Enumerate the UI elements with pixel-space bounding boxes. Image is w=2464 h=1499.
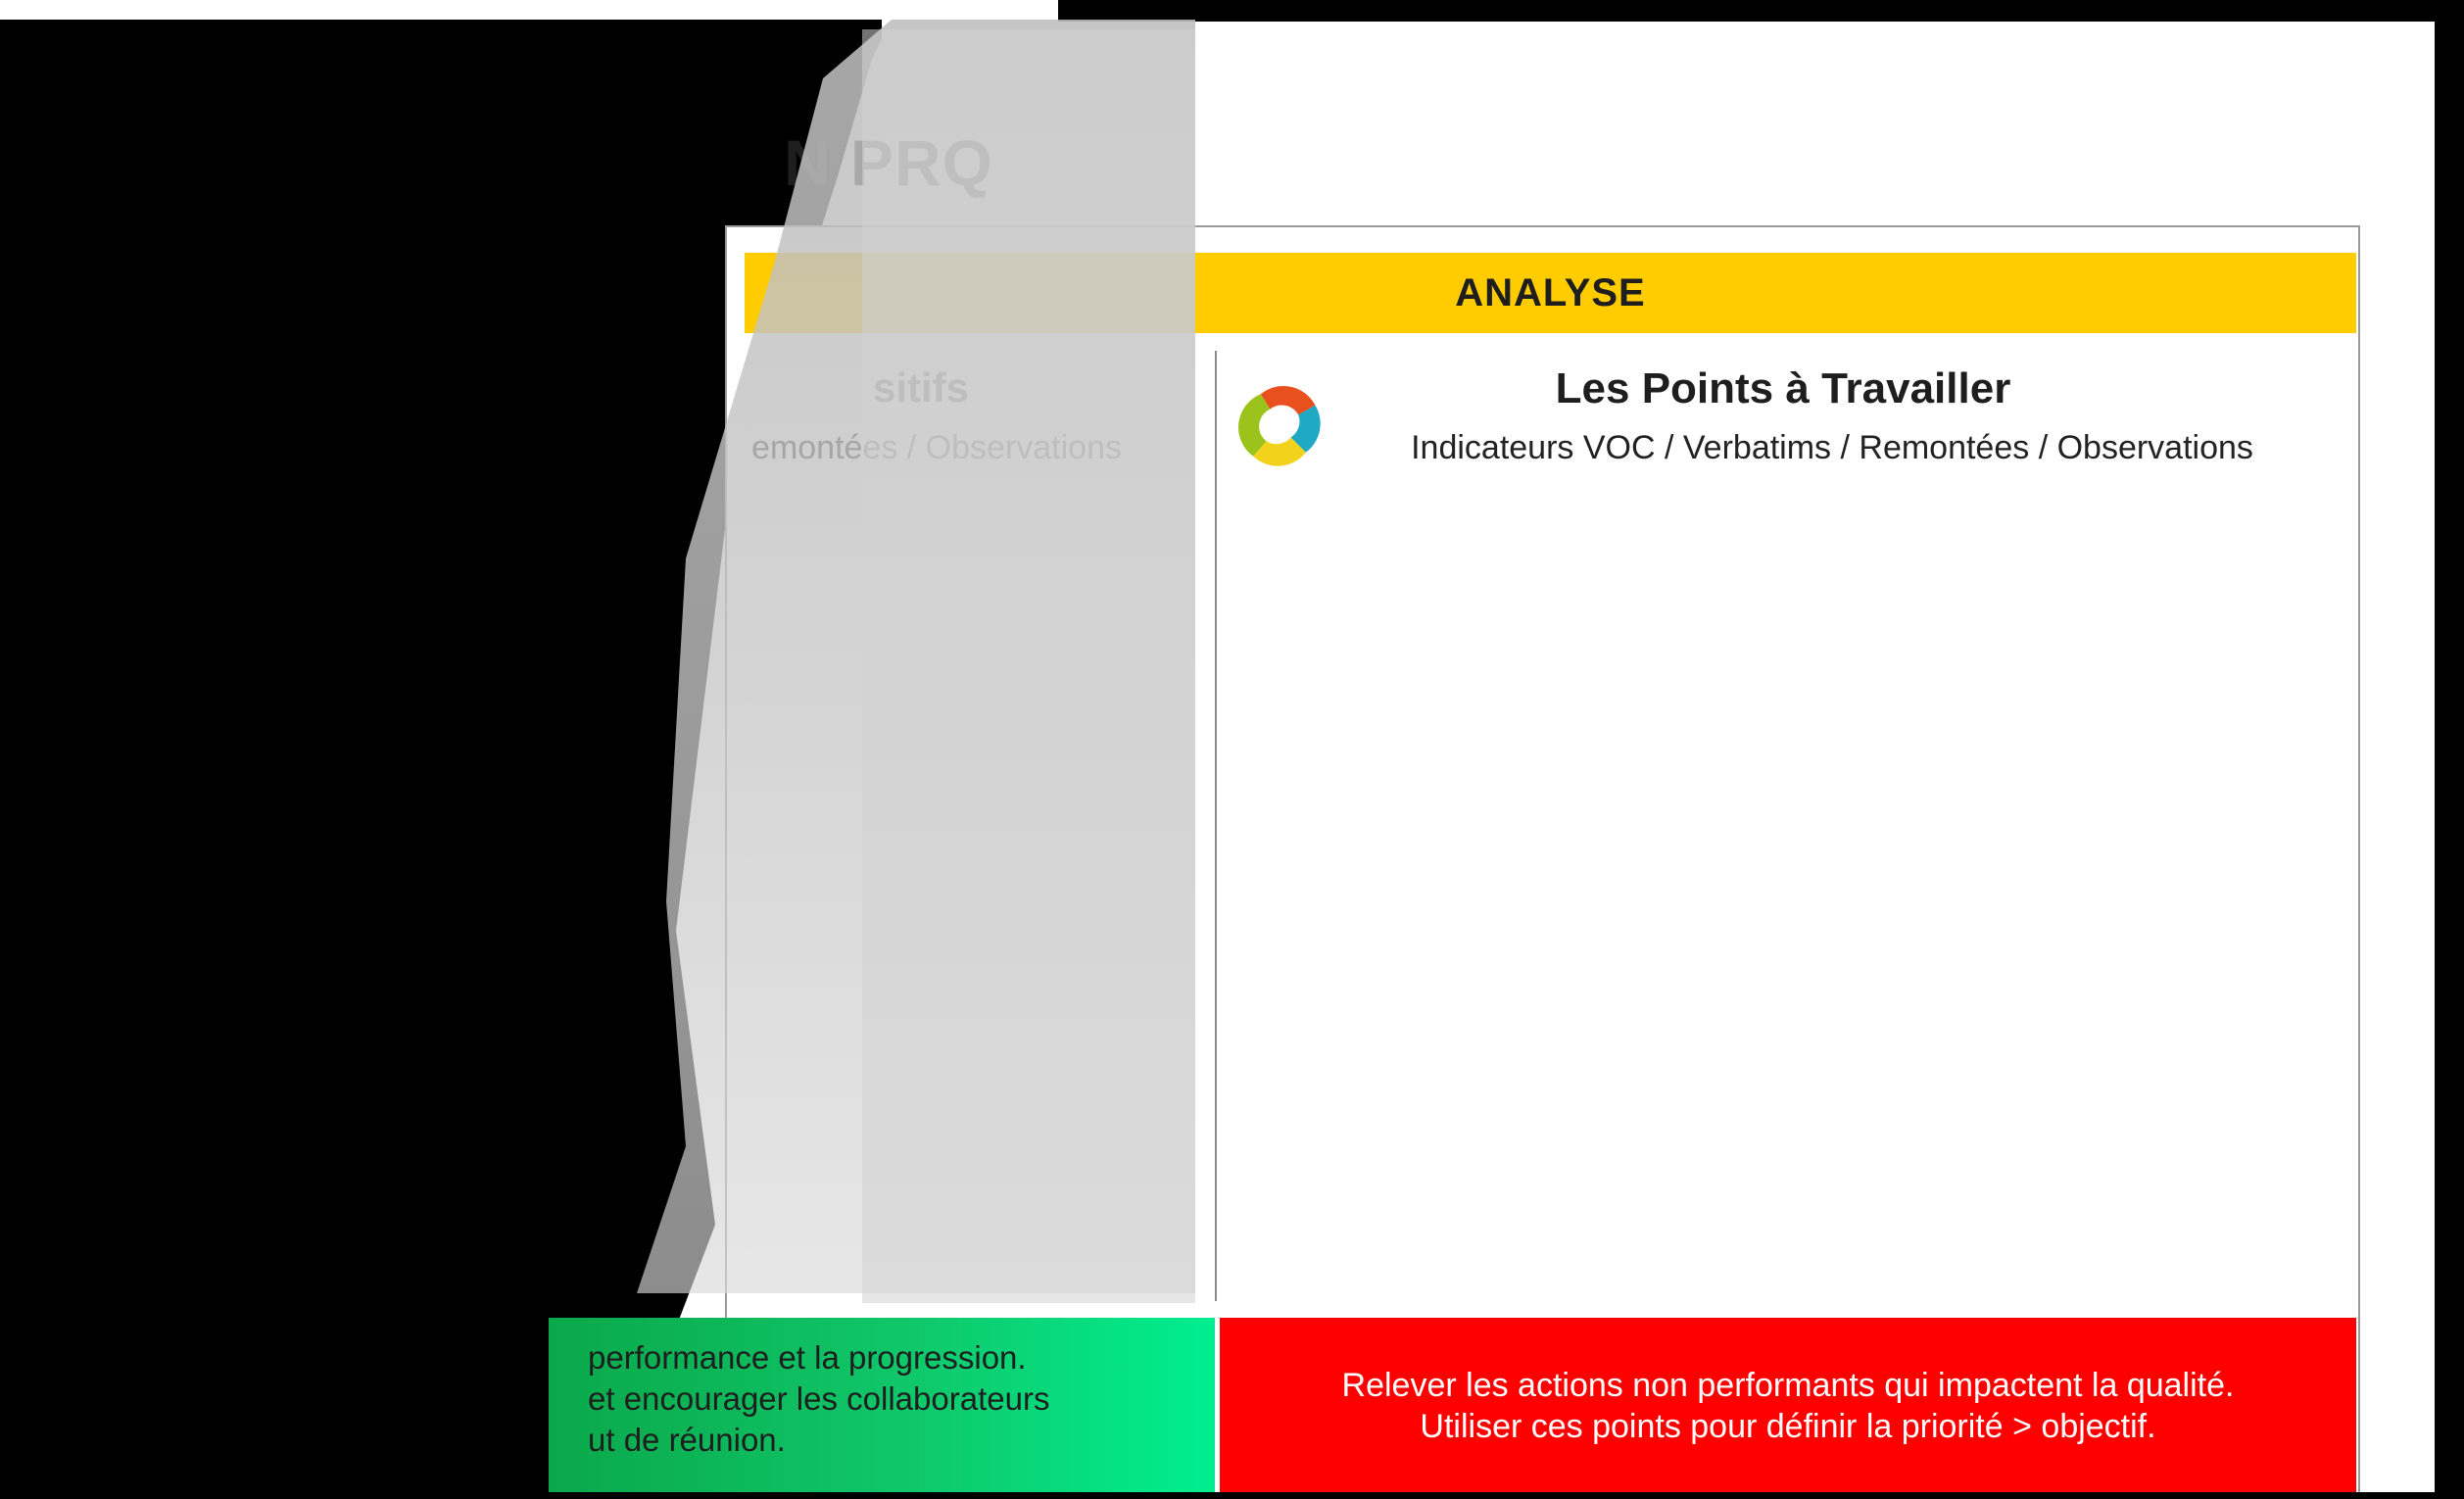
positive-points-subtitle: emontées / Observations <box>751 429 1122 466</box>
points-to-work-title: Les Points à Travailler <box>1555 364 2011 412</box>
positive-footer-line: et encourager les collaborateurs <box>588 1380 1050 1417</box>
analyse-header: ANALYSE <box>745 253 2356 333</box>
column-divider <box>1215 351 1217 1301</box>
positive-footer-line: ut de réunion. <box>588 1422 786 1458</box>
positive-footer-line: performance et la progression. <box>588 1339 1027 1376</box>
work-footer-box: Relever les actions non performants qui … <box>1220 1318 2356 1494</box>
work-footer-line: Relever les actions non performants qui … <box>1341 1367 2235 1404</box>
analysis-panel <box>725 225 2360 1494</box>
positive-footer-text: performance et la progression. et encour… <box>549 1337 1205 1461</box>
window-bottom-border <box>0 1492 2464 1499</box>
points-to-work-subtitle: Indicateurs VOC / Verbatims / Remontées … <box>1411 429 2253 466</box>
window-top-border <box>1058 0 2464 22</box>
page-title: N PRQ <box>784 126 994 199</box>
window-right-border <box>2435 20 2464 1499</box>
positive-points-title: sitifs <box>872 364 970 411</box>
work-footer-line: Utiliser ces points pour définir la prio… <box>1420 1408 2156 1445</box>
